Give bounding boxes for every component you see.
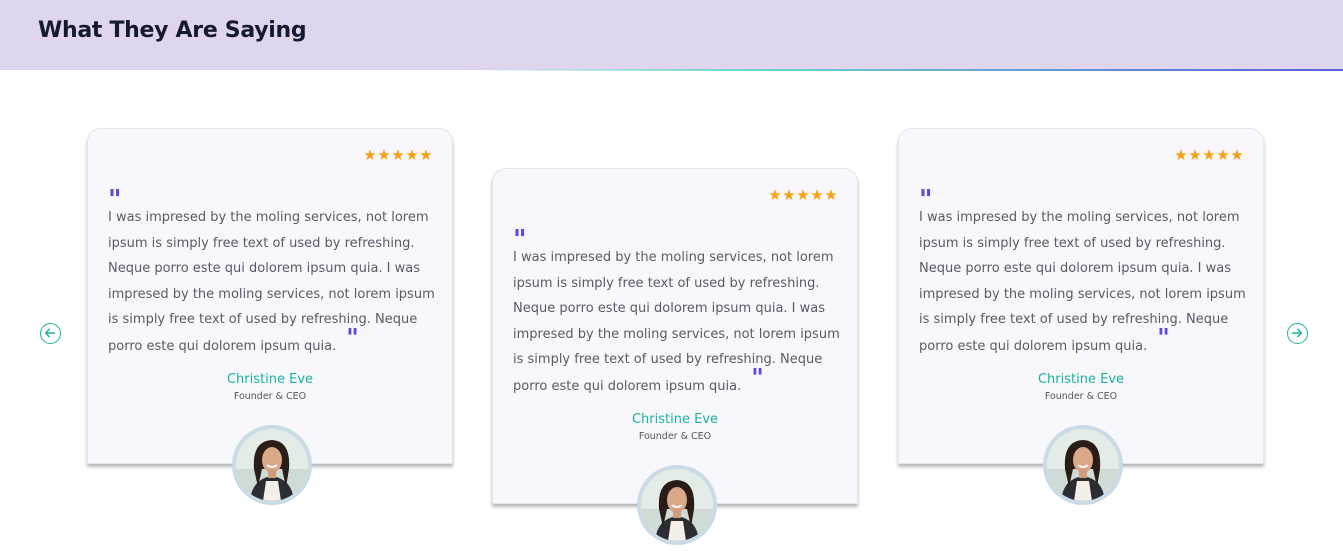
avatar-image: [1047, 429, 1119, 501]
rating-stars: ★ ★ ★ ★ ★: [768, 188, 838, 203]
star-icon: ★: [1216, 146, 1230, 164]
carousel-prev-button[interactable]: [40, 323, 61, 344]
author-role: Founder & CEO: [233, 391, 307, 402]
testimonial-card: ★ ★ ★ ★ ★ " I was impresed by the moling ser…: [898, 128, 1264, 505]
star-icon: ★: [391, 146, 405, 164]
author-name: Christine Eve: [631, 412, 719, 427]
quote-close-icon: ": [346, 322, 359, 352]
star-icon: ★: [377, 146, 391, 164]
arrow-left-icon: [44, 328, 56, 338]
testimonial-quote: I was impresed by the moling services, n…: [108, 210, 435, 354]
testimonial-card: ★ ★ ★ ★ ★ " I was impresed by the moling ser…: [492, 168, 858, 545]
star-icon: ★: [796, 186, 810, 204]
rating-stars: ★ ★ ★ ★ ★: [1174, 148, 1244, 163]
author-role: Founder & CEO: [638, 431, 712, 442]
author-name: Christine Eve: [1037, 372, 1125, 387]
avatar: [232, 425, 312, 505]
quote-close-icon: ": [751, 362, 764, 392]
star-icon: ★: [419, 146, 433, 164]
rating-stars: ★ ★ ★ ★ ★: [363, 148, 433, 163]
star-icon: ★: [768, 186, 782, 204]
avatar: [637, 465, 717, 545]
testimonial-card: ★ ★ ★ ★ ★ " I was impresed by the moling ser…: [87, 128, 453, 505]
star-icon: ★: [810, 186, 824, 204]
author-role: Founder & CEO: [1044, 391, 1118, 402]
star-icon: ★: [1230, 146, 1244, 164]
star-icon: ★: [1202, 146, 1216, 164]
avatar: [1043, 425, 1123, 505]
author-name: Christine Eve: [226, 372, 314, 387]
section-title: What They Are Saying: [38, 18, 307, 43]
section-header: What They Are Saying: [0, 0, 1343, 70]
testimonial-text: I was impresed by the moling services, n…: [513, 245, 843, 400]
testimonial-text: I was impresed by the moling services, n…: [919, 205, 1249, 360]
testimonial-text: I was impresed by the moling services, n…: [108, 205, 438, 360]
star-icon: ★: [1188, 146, 1202, 164]
quote-close-icon: ": [1157, 322, 1170, 352]
testimonial-quote: I was impresed by the moling services, n…: [513, 250, 840, 394]
star-icon: ★: [405, 146, 419, 164]
star-icon: ★: [1174, 146, 1188, 164]
star-icon: ★: [363, 146, 377, 164]
header-divider: [0, 69, 1343, 71]
star-icon: ★: [824, 186, 838, 204]
avatar-image: [236, 429, 308, 501]
avatar-image: [641, 469, 713, 541]
carousel-next-button[interactable]: [1287, 323, 1308, 344]
testimonial-quote: I was impresed by the moling services, n…: [919, 210, 1246, 354]
star-icon: ★: [782, 186, 796, 204]
arrow-right-icon: [1291, 328, 1303, 338]
